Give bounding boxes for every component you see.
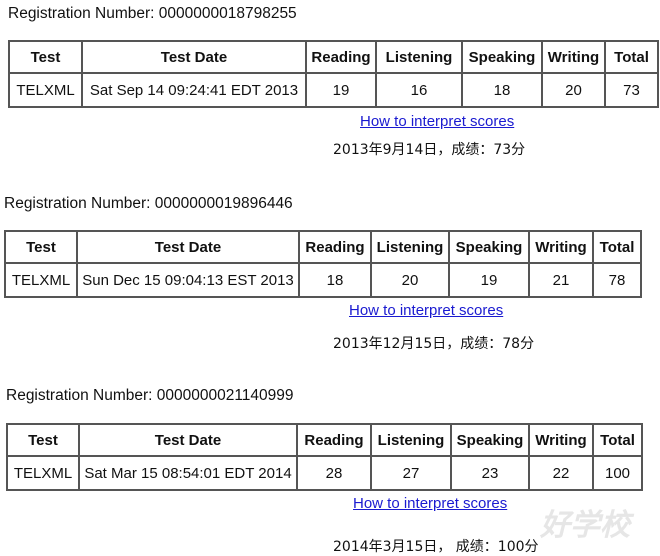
column-header: Writing — [528, 423, 594, 457]
column-header: Speaking — [461, 40, 543, 74]
score-table: Test Test Date Reading Listening Speaking Wri… — [8, 40, 659, 108]
column-header: Total — [592, 230, 642, 264]
column-header: Test Date — [76, 230, 300, 264]
score-table: Test Test Date Reading Listening Speaking Wri… — [6, 423, 643, 491]
table-cell: 78 — [592, 262, 642, 298]
table-cell: 28 — [296, 455, 372, 491]
table-cell: TELXML — [8, 72, 83, 108]
column-header: Speaking — [448, 230, 530, 264]
score-caption: 2013年12月15日，成绩：78分 — [333, 336, 535, 352]
table-cell: 100 — [592, 455, 643, 491]
column-header: Total — [604, 40, 659, 74]
table-cell: 16 — [375, 72, 463, 108]
column-header: Test — [6, 423, 80, 457]
header-row: Test Test Date Reading Listening Speaking Wri… — [4, 230, 642, 264]
table-cell: 73 — [604, 72, 659, 108]
column-header: Listening — [370, 423, 452, 457]
table-cell: Sat Mar 15 08:54:01 EDT 2014 — [78, 455, 298, 491]
table-cell: 18 — [461, 72, 543, 108]
table-cell: 27 — [370, 455, 452, 491]
column-header: Reading — [298, 230, 372, 264]
column-header: Writing — [528, 230, 594, 264]
table-cell: 19 — [448, 262, 530, 298]
interpret-scores-link[interactable]: How to interpret scores — [360, 113, 514, 130]
column-header: Listening — [370, 230, 450, 264]
registration-number: Registration Number: 0000000018798255 — [8, 5, 297, 22]
column-header: Test — [4, 230, 78, 264]
table-cell: 20 — [541, 72, 606, 108]
table-cell: 22 — [528, 455, 594, 491]
column-header: Total — [592, 423, 643, 457]
table-cell: Sat Sep 14 09:24:41 EDT 2013 — [81, 72, 307, 108]
score-caption: 2013年9月14日，成绩：73分 — [333, 142, 526, 158]
interpret-scores-link[interactable]: How to interpret scores — [349, 302, 503, 319]
header-row: Test Test Date Reading Listening Speaking Wri… — [6, 423, 643, 457]
score-table: Test Test Date Reading Listening Speaking Wri… — [4, 230, 642, 298]
column-header: Listening — [375, 40, 463, 74]
table-cell: 21 — [528, 262, 594, 298]
table-row: TELXML Sat Sep 14 09:24:41 EDT 2013 19 16 18… — [8, 72, 659, 108]
column-header: Speaking — [450, 423, 530, 457]
column-header: Test Date — [81, 40, 307, 74]
table-cell: 23 — [450, 455, 530, 491]
table-cell: 20 — [370, 262, 450, 298]
table-cell: TELXML — [6, 455, 80, 491]
watermark-logo: 好学校 — [540, 508, 630, 543]
header-row: Test Test Date Reading Listening Speaking Wri… — [8, 40, 659, 74]
registration-number: Registration Number: 0000000019896446 — [4, 195, 293, 212]
table-cell: TELXML — [4, 262, 78, 298]
score-caption: 2014年3月15日， 成绩：100分 — [333, 539, 539, 555]
registration-number: Registration Number: 0000000021140999 — [6, 387, 294, 404]
interpret-scores-link[interactable]: How to interpret scores — [353, 495, 507, 512]
table-cell: 18 — [298, 262, 372, 298]
table-cell: 19 — [305, 72, 377, 108]
table-row: TELXML Sat Mar 15 08:54:01 EDT 2014 28 27 23… — [6, 455, 643, 491]
table-cell: Sun Dec 15 09:04:13 EST 2013 — [76, 262, 300, 298]
column-header: Test Date — [78, 423, 298, 457]
column-header: Writing — [541, 40, 606, 74]
column-header: Reading — [305, 40, 377, 74]
column-header: Test — [8, 40, 83, 74]
column-header: Reading — [296, 423, 372, 457]
table-row: TELXML Sun Dec 15 09:04:13 EST 2013 18 20 19… — [4, 262, 642, 298]
